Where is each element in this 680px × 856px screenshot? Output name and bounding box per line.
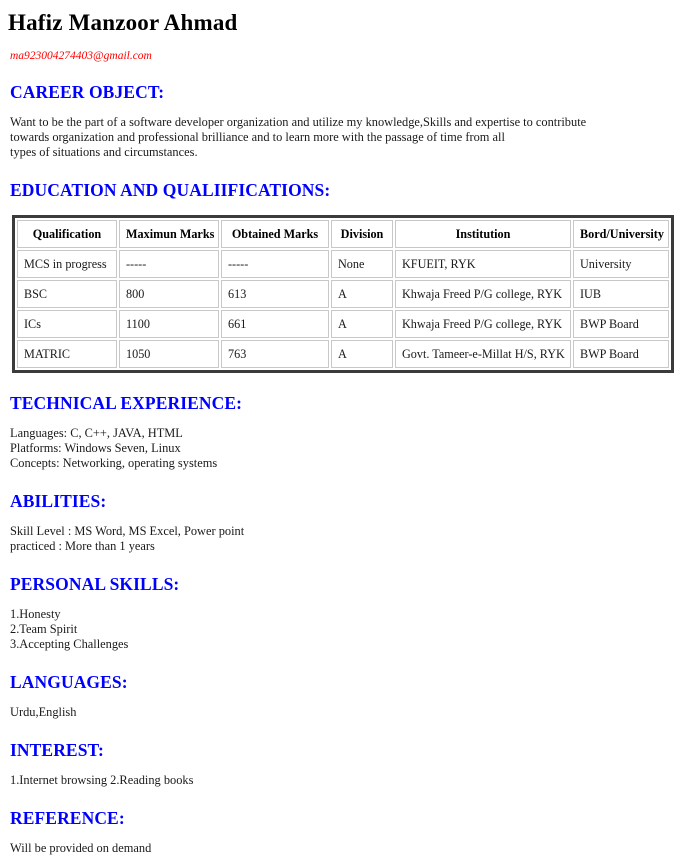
table-row: MATRIC 1050 763 A Govt. Tameer-e-Millat … — [17, 340, 669, 368]
section-heading-abilities: ABILITIES: — [10, 491, 107, 511]
career-object-text: Want to be the part of a software develo… — [10, 115, 672, 160]
cell-board-university: BWP Board — [573, 310, 669, 338]
text-line: types of situations and circumstances. — [10, 145, 198, 159]
cell-division: A — [331, 340, 393, 368]
section-heading-reference: REFERENCE: — [10, 808, 125, 828]
cell-institution: Govt. Tameer-e-Millat H/S, RYK — [395, 340, 571, 368]
cell-obtained-marks: 613 — [221, 280, 329, 308]
cell-qualification: MCS in progress — [17, 250, 117, 278]
column-header-obtained-marks: Obtained Marks — [221, 220, 329, 248]
resume-document: Hafiz Manzoor Ahmad ma923004274403@gmail… — [0, 0, 680, 856]
email-address[interactable]: ma923004274403@gmail.com — [10, 50, 672, 62]
cell-maximum-marks: 1100 — [119, 310, 219, 338]
cell-institution: Khwaja Freed P/G college, RYK — [395, 310, 571, 338]
text-line: 1.Internet browsing 2.Reading books — [10, 773, 194, 787]
cell-maximum-marks: ----- — [119, 250, 219, 278]
column-header-qualification: Qualification — [17, 220, 117, 248]
cell-qualification: MATRIC — [17, 340, 117, 368]
table-header-row: Qualification Maximun Marks Obtained Mar… — [17, 220, 669, 248]
cell-obtained-marks: 661 — [221, 310, 329, 338]
column-header-board-university: Bord/University — [573, 220, 669, 248]
personal-skills-text: 1.Honesty 2.Team Spirit 3.Accepting Chal… — [10, 607, 672, 652]
cell-qualification: BSC — [17, 280, 117, 308]
education-table: Qualification Maximun Marks Obtained Mar… — [12, 215, 674, 373]
cell-obtained-marks: ----- — [221, 250, 329, 278]
interest-text: 1.Internet browsing 2.Reading books — [10, 773, 672, 788]
section-heading-interest: INTEREST: — [10, 740, 104, 760]
section-heading-technical-experience: TECHNICAL EXPERIENCE: — [10, 393, 243, 413]
cell-division: A — [331, 310, 393, 338]
cell-obtained-marks: 763 — [221, 340, 329, 368]
cell-maximum-marks: 800 — [119, 280, 219, 308]
cell-institution: Khwaja Freed P/G college, RYK — [395, 280, 571, 308]
text-line: Languages: C, C++, JAVA, HTML — [10, 426, 183, 440]
column-header-division: Division — [331, 220, 393, 248]
abilities-text: Skill Level : MS Word, MS Excel, Power p… — [10, 524, 672, 554]
cell-board-university: BWP Board — [573, 340, 669, 368]
text-line: Platforms: Windows Seven, Linux — [10, 441, 181, 455]
section-heading-education: EDUCATION AND QUALIIFICATIONS: — [10, 180, 331, 200]
column-header-maximum-marks: Maximun Marks — [119, 220, 219, 248]
table-row: MCS in progress ----- ----- None KFUEIT,… — [17, 250, 669, 278]
languages-text: Urdu,English — [10, 705, 672, 720]
reference-text: Will be provided on demand — [10, 841, 672, 856]
section-heading-personal-skills: PERSONAL SKILLS: — [10, 574, 180, 594]
cell-qualification: ICs — [17, 310, 117, 338]
text-line: Want to be the part of a software develo… — [10, 115, 587, 129]
technical-experience-text: Languages: C, C++, JAVA, HTML Platforms:… — [10, 426, 672, 471]
cell-division: None — [331, 250, 393, 278]
cell-division: A — [331, 280, 393, 308]
text-line: 1.Honesty — [10, 607, 61, 621]
column-header-institution: Institution — [395, 220, 571, 248]
text-line: 3.Accepting Challenges — [10, 637, 129, 651]
cell-maximum-marks: 1050 — [119, 340, 219, 368]
page-title: Hafiz Manzoor Ahmad — [8, 10, 238, 35]
cell-board-university: IUB — [573, 280, 669, 308]
text-line: Will be provided on demand — [10, 841, 152, 855]
text-line: towards organization and professional br… — [10, 130, 505, 144]
education-table-wrapper: Qualification Maximun Marks Obtained Mar… — [12, 215, 674, 373]
table-row: BSC 800 613 A Khwaja Freed P/G college, … — [17, 280, 669, 308]
text-line: 2.Team Spirit — [10, 622, 78, 636]
text-line: Concepts: Networking, operating systems — [10, 456, 218, 470]
cell-institution: KFUEIT, RYK — [395, 250, 571, 278]
section-heading-career-object: CAREER OBJECT: — [10, 82, 165, 102]
cell-board-university: University — [573, 250, 669, 278]
section-heading-languages: LANGUAGES: — [10, 672, 128, 692]
text-line: practiced : More than 1 years — [10, 539, 155, 553]
table-row: ICs 1100 661 A Khwaja Freed P/G college,… — [17, 310, 669, 338]
text-line: Urdu,English — [10, 705, 77, 719]
text-line: Skill Level : MS Word, MS Excel, Power p… — [10, 524, 245, 538]
